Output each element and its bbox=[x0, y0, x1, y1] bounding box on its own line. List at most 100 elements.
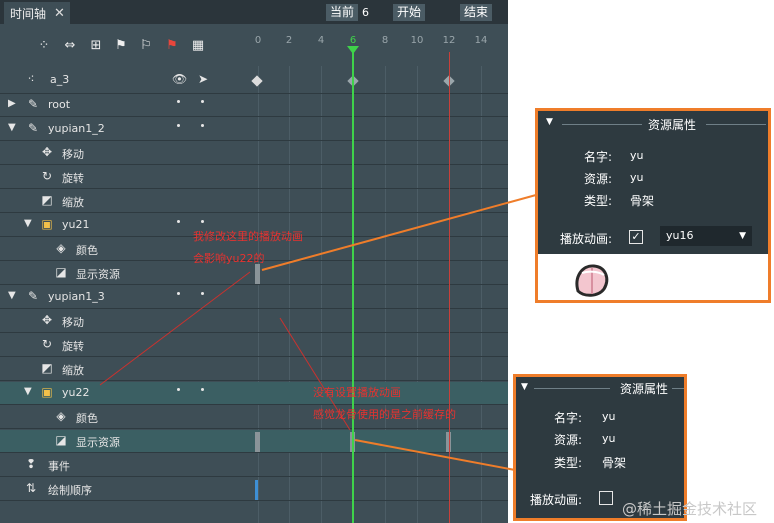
visibility-dot[interactable] bbox=[177, 220, 180, 223]
track-row-rotate[interactable]: ↻ 旋转 bbox=[0, 166, 508, 189]
collapse-arrow-icon[interactable]: ▼ bbox=[521, 382, 528, 402]
track-label: root bbox=[48, 98, 71, 111]
track-row-event[interactable]: ❢ 事件 bbox=[0, 454, 508, 477]
track-row-yupian1-3[interactable]: ▼ ✎ yupian1_3 bbox=[0, 286, 508, 309]
start-button[interactable]: 开始 bbox=[393, 4, 426, 21]
current-frame-value[interactable]: 6 bbox=[362, 6, 369, 19]
move-icon: ✥ bbox=[41, 313, 53, 327]
lock-dot[interactable] bbox=[201, 292, 204, 295]
scale-icon: ◩ bbox=[41, 193, 53, 207]
annotation-text: 感觉龙骨使用的是之前缓存的 bbox=[313, 408, 456, 421]
collapse-arrow-icon[interactable]: ▼ bbox=[546, 117, 553, 137]
image-icon: ▣ bbox=[41, 385, 53, 399]
name-value: yu bbox=[602, 410, 616, 423]
collapse-arrow-icon[interactable]: ▼ bbox=[24, 386, 32, 397]
double-arrow-icon[interactable]: ⇔ bbox=[62, 38, 78, 54]
lock-dot[interactable] bbox=[201, 124, 204, 127]
type-value: 骨架 bbox=[630, 194, 655, 208]
close-icon[interactable]: ✕ bbox=[54, 6, 65, 21]
track-label: 缩放 bbox=[62, 364, 84, 377]
playhead-line[interactable] bbox=[352, 52, 354, 523]
name-label: 名字: bbox=[554, 411, 583, 425]
collapse-arrow-icon[interactable]: ▼ bbox=[8, 290, 16, 301]
track-row-move[interactable]: ✥ 移动 bbox=[0, 142, 508, 165]
track-label: a_3 bbox=[50, 73, 70, 86]
track-label: yupian1_2 bbox=[48, 122, 105, 135]
flag-left-icon[interactable]: ⚑ bbox=[113, 38, 129, 54]
lock-dot[interactable] bbox=[201, 388, 204, 391]
keyframe-bar[interactable] bbox=[255, 480, 258, 500]
display-resource-icon: ◪ bbox=[55, 433, 67, 447]
animation-select-value: yu16 bbox=[666, 229, 694, 242]
flag-right-icon[interactable]: ⚐ bbox=[138, 38, 154, 54]
track-label: 移动 bbox=[62, 316, 84, 329]
annotation-text: 我修改这里的播放动画 bbox=[193, 230, 303, 243]
type-value: 骨架 bbox=[602, 456, 627, 470]
annotation-text: 会影响yu22的 bbox=[193, 252, 265, 265]
track-row-move[interactable]: ✥ 移动 bbox=[0, 310, 508, 333]
frame-ruler[interactable]: 0 2 4 6 8 10 12 14 bbox=[242, 30, 508, 66]
grid-icon[interactable]: ▦ bbox=[190, 38, 206, 54]
track-label: 显示资源 bbox=[76, 436, 120, 449]
panel-title: 资源属性 bbox=[648, 118, 697, 132]
bone-dots-icon: ⁖ bbox=[27, 72, 35, 86]
collapse-arrow-icon[interactable]: ▼ bbox=[24, 218, 32, 229]
paint-bucket-icon: ◈ bbox=[56, 241, 66, 255]
track-row-scale[interactable]: ◩ 缩放 bbox=[0, 358, 508, 381]
visibility-dot[interactable] bbox=[177, 100, 180, 103]
track-row-scale[interactable]: ◩ 缩放 bbox=[0, 190, 508, 213]
play-animation-checkbox[interactable] bbox=[599, 491, 613, 505]
tick-label: 4 bbox=[317, 35, 325, 46]
animation-select[interactable]: yu16 ▼ bbox=[660, 226, 752, 246]
track-row-rotate[interactable]: ↻ 旋转 bbox=[0, 334, 508, 357]
track-label: 移动 bbox=[62, 148, 84, 161]
expand-arrow-icon[interactable]: ▶ bbox=[8, 98, 16, 109]
track-row-display-resource[interactable]: ◪ 显示资源 bbox=[0, 430, 508, 453]
fish-preview-image bbox=[575, 264, 609, 297]
selectable-cursor-icon[interactable]: ➤ bbox=[196, 72, 210, 86]
visibility-dot[interactable] bbox=[177, 292, 180, 295]
brush-icon: ✎ bbox=[27, 121, 39, 135]
timeline-toolbar: ⁘ ⇔ ⊞ ⚑ ⚐ ⚑ ▦ bbox=[0, 30, 240, 66]
track-row-draw-order[interactable]: ⇅ 绘制顺序 bbox=[0, 478, 508, 501]
tick-label: 0 bbox=[254, 35, 262, 46]
keyframe-bar[interactable] bbox=[255, 264, 260, 284]
keyframe-bar[interactable] bbox=[255, 432, 260, 452]
name-label: 名字: bbox=[584, 150, 613, 164]
rotate-icon: ↻ bbox=[41, 337, 53, 351]
track-label: 旋转 bbox=[62, 340, 84, 353]
scatter-icon[interactable]: ⁘ bbox=[36, 38, 52, 54]
resource-label: 资源: bbox=[584, 172, 613, 186]
track-row-yupian1-2[interactable]: ▼ ✎ yupian1_2 bbox=[0, 118, 508, 141]
tree-icon[interactable]: ⊞ bbox=[88, 38, 104, 54]
visibility-dot[interactable] bbox=[177, 388, 180, 391]
resource-properties-panel-top: ▼ 资源属性 名字: yu 资源: yu 类型: 骨架 播放动画: ✓ yu16… bbox=[535, 108, 771, 303]
visibility-eye-icon[interactable]: 👁 bbox=[172, 72, 187, 86]
track-label: 颜色 bbox=[76, 244, 98, 257]
track-label: 缩放 bbox=[62, 196, 84, 209]
play-animation-checkbox[interactable]: ✓ bbox=[629, 230, 643, 244]
scale-icon: ◩ bbox=[41, 361, 53, 375]
end-button[interactable]: 结束 bbox=[460, 4, 493, 21]
brush-icon: ✎ bbox=[27, 289, 39, 303]
lock-dot[interactable] bbox=[201, 220, 204, 223]
visibility-dot[interactable] bbox=[177, 124, 180, 127]
display-resource-icon: ◪ bbox=[55, 265, 67, 279]
playhead-marker-icon[interactable] bbox=[347, 46, 359, 54]
track-label: yupian1_3 bbox=[48, 290, 105, 303]
collapse-arrow-icon[interactable]: ▼ bbox=[8, 122, 16, 133]
track-label: 旋转 bbox=[62, 172, 84, 185]
watermark: @稀土掘金技术社区 bbox=[622, 500, 758, 518]
tick-label: 12 bbox=[442, 35, 456, 46]
lock-dot[interactable] bbox=[201, 100, 204, 103]
type-label: 类型: bbox=[584, 194, 613, 208]
draw-order-icon: ⇅ bbox=[25, 481, 37, 495]
tab-timeline[interactable]: 时间轴 ✕ bbox=[4, 2, 70, 24]
track-row-root[interactable]: ▶ ✎ root bbox=[0, 94, 508, 117]
flag-red-icon[interactable]: ⚑ bbox=[164, 38, 180, 54]
name-value: yu bbox=[630, 149, 644, 162]
resource-label: 资源: bbox=[554, 433, 583, 447]
track-row-yu22[interactable]: ▼ ▣ yu22 bbox=[0, 382, 508, 405]
resource-value: yu bbox=[602, 432, 616, 445]
tick-label-current: 6 bbox=[349, 35, 357, 46]
